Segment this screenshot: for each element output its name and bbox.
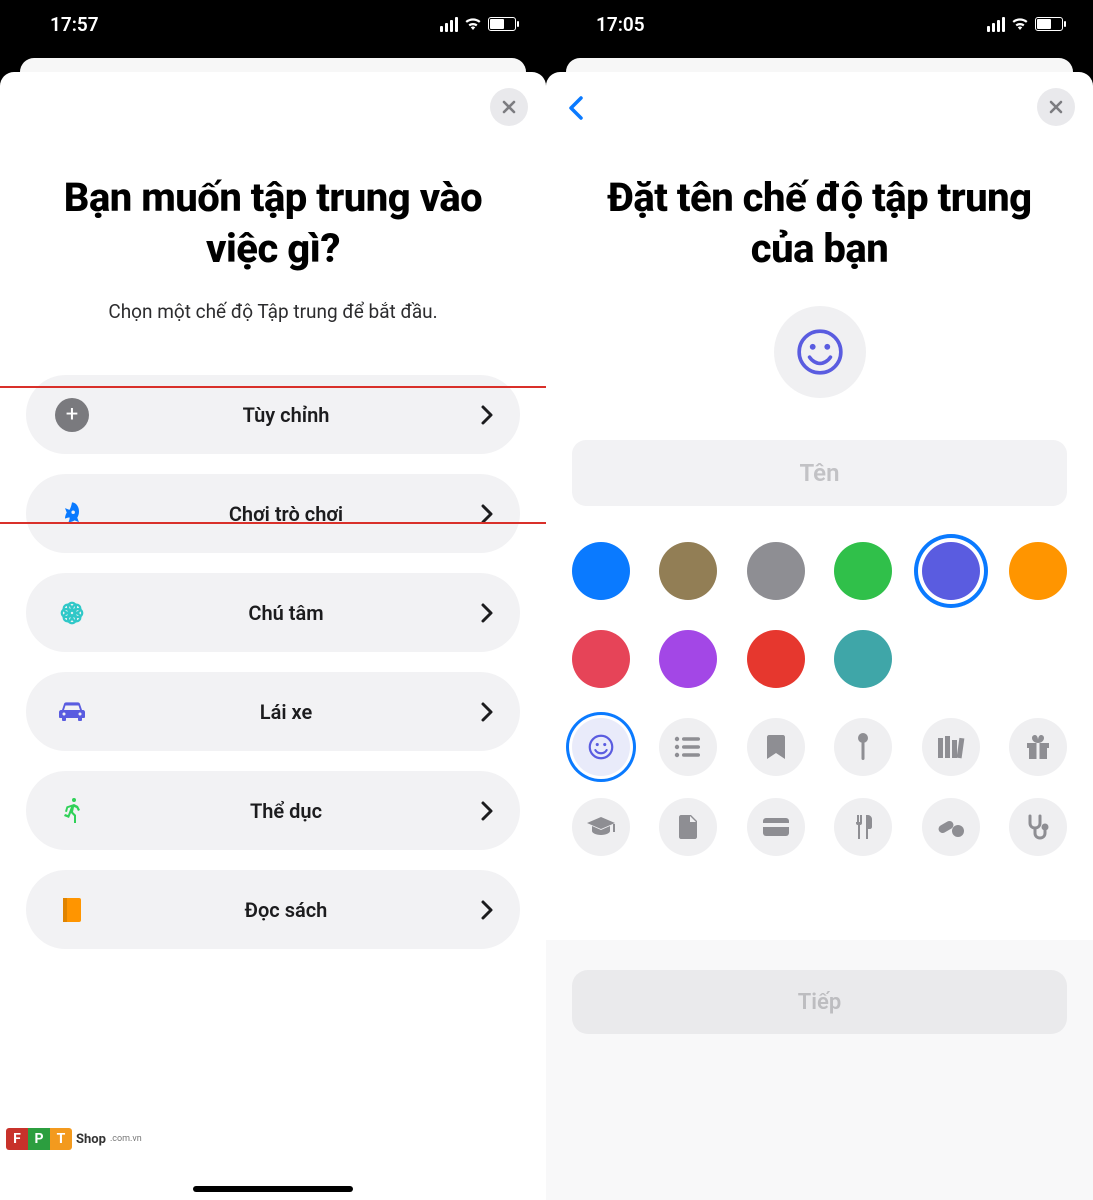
card-icon <box>761 816 791 838</box>
watermark-text: Shop <box>76 1132 106 1147</box>
color-option-purple[interactable] <box>659 630 717 688</box>
focus-list: + Tùy chỉnh Chơi trò chơi <box>26 375 520 949</box>
chevron-right-icon <box>480 602 494 624</box>
battery-icon <box>1035 17 1063 31</box>
footer-area: Tiếp <box>546 940 1093 1200</box>
chevron-right-icon <box>480 800 494 822</box>
list-icon <box>674 736 702 758</box>
color-picker <box>572 542 1067 688</box>
books-icon <box>936 734 966 760</box>
utensils-icon <box>852 813 874 841</box>
book-icon <box>60 896 84 924</box>
icon-option-pin[interactable] <box>834 718 892 776</box>
gift-icon <box>1024 733 1052 761</box>
icon-option-pills[interactable] <box>922 798 980 856</box>
graduation-icon <box>585 815 617 839</box>
modal-sheet: Đặt tên chế độ tập trung của bạn Tên <box>546 72 1093 1200</box>
smile-icon <box>795 327 845 377</box>
color-option-teal[interactable] <box>834 630 892 688</box>
page-title: Bạn muốn tập trung vào việc gì? <box>26 88 520 274</box>
close-button[interactable] <box>490 88 528 126</box>
focus-row-custom[interactable]: + Tùy chỉnh <box>26 375 520 454</box>
plus-icon: + <box>55 398 89 432</box>
watermark-logo: FPT <box>6 1128 72 1150</box>
icon-option-list[interactable] <box>659 718 717 776</box>
pills-icon <box>936 815 966 839</box>
status-icons <box>987 17 1063 32</box>
chevron-right-icon <box>480 503 494 525</box>
chevron-left-icon <box>567 94 585 122</box>
wifi-icon <box>464 17 482 31</box>
icon-option-books[interactable] <box>922 718 980 776</box>
battery-icon <box>488 17 516 31</box>
watermark: FPT Shop .com.vn <box>6 1128 142 1150</box>
wifi-icon <box>1011 17 1029 31</box>
icon-option-gift[interactable] <box>1009 718 1067 776</box>
phone-screen-right: 17:05 Đặt tên chế độ tập trung của bạn T… <box>546 0 1093 1200</box>
focus-row-label: Đọc sách <box>92 898 480 922</box>
car-icon <box>57 700 87 724</box>
selected-icon-preview <box>774 306 866 398</box>
modal-sheet: Bạn muốn tập trung vào việc gì? Chọn một… <box>0 72 546 1200</box>
name-placeholder: Tên <box>800 459 840 487</box>
cellular-icon <box>440 17 458 32</box>
status-bar: 17:57 <box>0 0 546 48</box>
watermark-sub: .com.vn <box>110 1134 142 1144</box>
color-option-blue[interactable] <box>572 542 630 600</box>
pin-icon <box>855 732 871 762</box>
name-input[interactable]: Tên <box>572 440 1067 506</box>
icon-option-card[interactable] <box>747 798 805 856</box>
icon-option-stethoscope[interactable] <box>1009 798 1067 856</box>
color-option-gray[interactable] <box>747 542 805 600</box>
icon-option-document[interactable] <box>659 798 717 856</box>
focus-row-label: Chú tâm <box>92 601 480 625</box>
status-icons <box>440 17 516 32</box>
close-icon <box>501 99 517 115</box>
next-label: Tiếp <box>798 990 841 1015</box>
stethoscope-icon <box>1024 813 1052 841</box>
smile-icon <box>586 732 616 762</box>
focus-row-label: Tùy chỉnh <box>92 403 480 427</box>
color-option-pink[interactable] <box>572 630 630 688</box>
page-subtitle: Chọn một chế độ Tập trung để bắt đầu. <box>26 300 520 323</box>
home-indicator[interactable] <box>193 1186 353 1192</box>
icon-option-utensils[interactable] <box>834 798 892 856</box>
focus-row-label: Lái xe <box>92 700 480 724</box>
close-icon <box>1048 99 1064 115</box>
flower-icon <box>57 598 87 628</box>
focus-row-label: Chơi trò chơi <box>92 502 480 526</box>
color-option-green[interactable] <box>834 542 892 600</box>
color-option-bronze[interactable] <box>659 542 717 600</box>
back-button[interactable] <box>556 88 596 128</box>
cellular-icon <box>987 17 1005 32</box>
status-time: 17:57 <box>50 13 99 36</box>
icon-option-smile[interactable] <box>572 718 630 776</box>
status-time: 17:05 <box>596 13 645 36</box>
color-option-red[interactable] <box>747 630 805 688</box>
focus-row-gaming[interactable]: Chơi trò chơi <box>26 474 520 553</box>
focus-row-reading[interactable]: Đọc sách <box>26 870 520 949</box>
color-option-orange[interactable] <box>1009 542 1067 600</box>
status-bar: 17:05 <box>546 0 1093 48</box>
focus-row-mindfulness[interactable]: Chú tâm <box>26 573 520 652</box>
chevron-right-icon <box>480 404 494 426</box>
chevron-right-icon <box>480 899 494 921</box>
running-icon <box>60 796 84 826</box>
icon-picker <box>572 718 1067 856</box>
next-button[interactable]: Tiếp <box>572 970 1067 1034</box>
rocket-icon <box>58 500 86 528</box>
phone-screen-left: 17:57 Bạn muốn tập trung vào việc gì? Ch… <box>0 0 546 1200</box>
icon-option-bookmark[interactable] <box>747 718 805 776</box>
document-icon <box>677 813 699 841</box>
focus-row-driving[interactable]: Lái xe <box>26 672 520 751</box>
icon-option-graduation[interactable] <box>572 798 630 856</box>
close-button[interactable] <box>1037 88 1075 126</box>
chevron-right-icon <box>480 701 494 723</box>
bookmark-icon <box>766 733 786 761</box>
focus-row-label: Thể dục <box>92 799 480 823</box>
color-option-indigo[interactable] <box>922 542 980 600</box>
page-title: Đặt tên chế độ tập trung của bạn <box>572 88 1067 274</box>
focus-row-fitness[interactable]: Thể dục <box>26 771 520 850</box>
